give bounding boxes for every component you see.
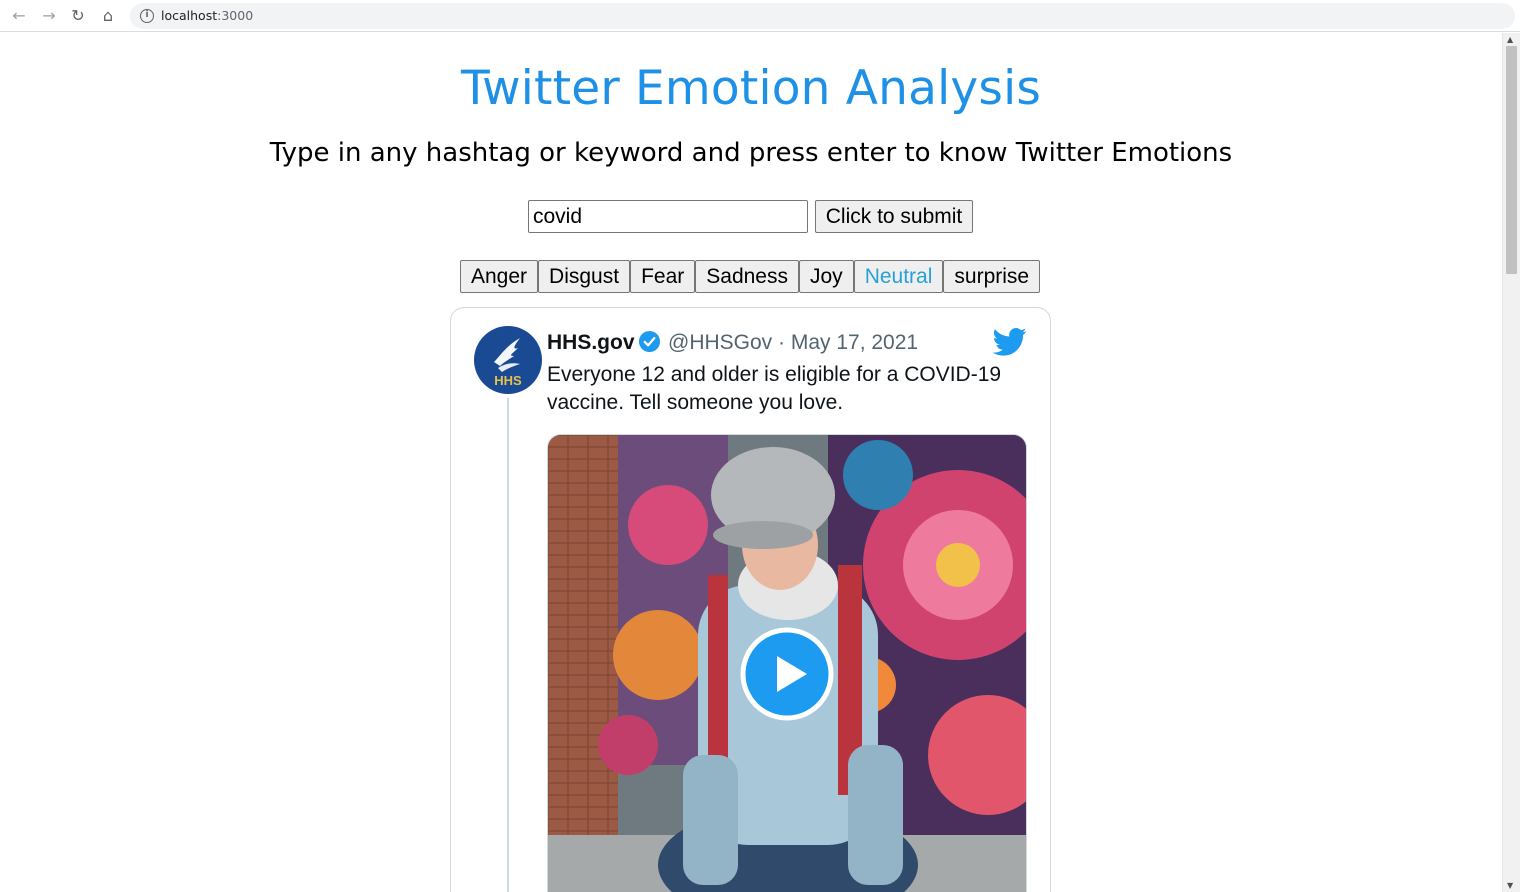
twitter-bird-icon[interactable] bbox=[993, 327, 1027, 357]
browser-toolbar: ← → ↻ ⌂ i localhost:3000 bbox=[0, 0, 1520, 32]
emotion-button-anger[interactable]: Anger bbox=[460, 260, 539, 293]
emotion-button-surprise[interactable]: surprise bbox=[943, 260, 1041, 293]
emotion-filter-bar: Anger Disgust Fear Sadness Joy Neutral s… bbox=[460, 260, 1041, 293]
address-bar[interactable]: i localhost:3000 bbox=[130, 3, 1515, 29]
tweet-card[interactable]: HHS HHS.gov @HHSGov · May 17, 2021 Every… bbox=[450, 307, 1051, 892]
tweet-handle-date[interactable]: @HHSGov · May 17, 2021 bbox=[668, 331, 918, 355]
search-input[interactable] bbox=[528, 200, 808, 233]
emotion-button-joy[interactable]: Joy bbox=[799, 260, 854, 293]
emotion-button-disgust[interactable]: Disgust bbox=[538, 260, 631, 293]
emotion-button-fear[interactable]: Fear bbox=[630, 260, 696, 293]
back-arrow-icon[interactable]: ← bbox=[9, 6, 29, 26]
reload-icon[interactable]: ↻ bbox=[68, 6, 88, 26]
home-icon[interactable]: ⌂ bbox=[98, 6, 118, 26]
info-icon[interactable]: i bbox=[140, 9, 154, 23]
forward-arrow-icon[interactable]: → bbox=[39, 6, 59, 26]
scroll-up-icon[interactable]: ▲ bbox=[1507, 35, 1513, 44]
tweet-video[interactable] bbox=[547, 434, 1027, 892]
page-content: Twitter Emotion Analysis Type in any has… bbox=[0, 33, 1502, 892]
url-text[interactable]: localhost:3000 bbox=[161, 8, 253, 23]
url-port: :3000 bbox=[217, 8, 254, 23]
tweet-text: Everyone 12 and older is eligible for a … bbox=[547, 363, 1002, 414]
thread-line bbox=[507, 398, 509, 892]
verified-badge-icon bbox=[638, 330, 661, 353]
play-icon[interactable] bbox=[740, 627, 834, 721]
tweet-author-name[interactable]: HHS.gov bbox=[547, 331, 635, 355]
scroll-thumb[interactable] bbox=[1506, 46, 1517, 274]
avatar-label: HHS bbox=[494, 373, 522, 388]
scroll-down-icon[interactable]: ▼ bbox=[1507, 881, 1513, 890]
page-scrollbar[interactable]: ▲ ▼ bbox=[1502, 33, 1520, 892]
emotion-button-sadness[interactable]: Sadness bbox=[695, 260, 799, 293]
submit-button[interactable]: Click to submit bbox=[815, 200, 973, 233]
avatar[interactable]: HHS bbox=[474, 326, 542, 394]
page-title: Twitter Emotion Analysis bbox=[460, 61, 1042, 116]
url-host: localhost bbox=[161, 8, 218, 23]
emotion-button-neutral[interactable]: Neutral bbox=[853, 260, 944, 293]
page-subtitle: Type in any hashtag or keyword and press… bbox=[269, 138, 1233, 168]
